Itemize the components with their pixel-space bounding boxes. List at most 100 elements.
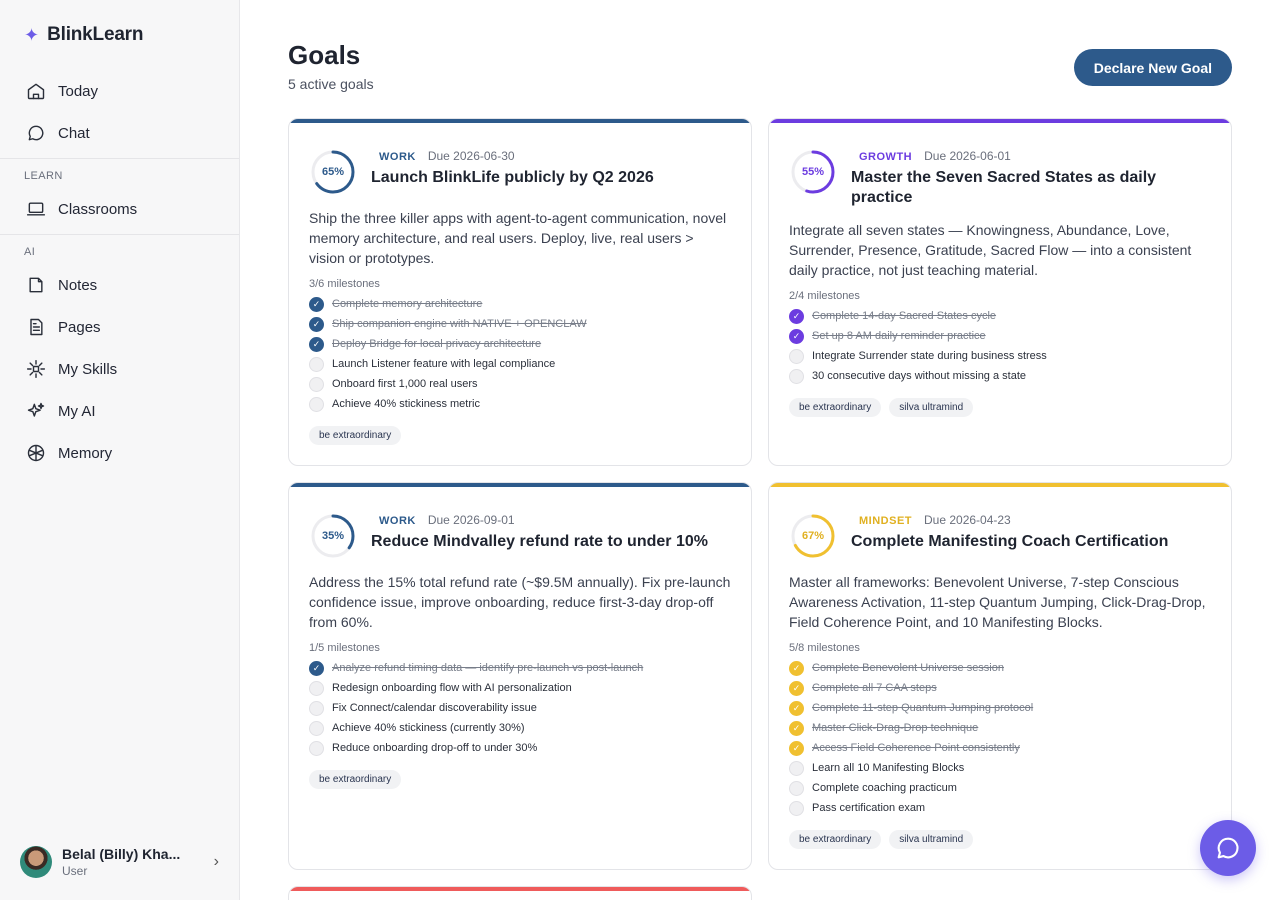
note-icon bbox=[29, 277, 43, 293]
milestone-label: Reduce onboarding drop-off to under 30% bbox=[332, 742, 538, 754]
goal-meta: WORK Due 2026-09-01 bbox=[371, 513, 708, 527]
tag-chip[interactable]: silva ultramind bbox=[889, 830, 974, 849]
goal-title[interactable]: Master the Seven Sacred States as daily … bbox=[851, 168, 1211, 208]
milestone-item[interactable]: ✓ Complete 14-day Sacred States cycle bbox=[789, 306, 1211, 326]
checkmark-icon[interactable]: ✓ bbox=[789, 680, 804, 696]
brand[interactable]: ✦ BlinkLearn bbox=[0, 0, 239, 70]
milestone-item[interactable]: ✓ Access Field Coherence Point consistent… bbox=[789, 738, 1211, 758]
chat-fab-button[interactable] bbox=[1200, 820, 1256, 876]
milestone-item[interactable]: Reduce onboarding drop-off to under 30% bbox=[309, 738, 731, 758]
tag-chip[interactable]: be extraordinary bbox=[789, 830, 882, 849]
nav-item-notes[interactable]: Notes bbox=[0, 264, 239, 306]
milestone-item[interactable]: ✓ Complete memory architecture bbox=[309, 294, 731, 314]
progress-ring: 65% bbox=[309, 148, 357, 196]
milestone-item[interactable]: 30 consecutive days without missing a st… bbox=[789, 366, 1211, 386]
category-label: GROWTH bbox=[859, 151, 913, 163]
checkmark-icon[interactable]: ✓ bbox=[789, 660, 804, 676]
goal-info: WORK Due 2026-06-30 Launch BlinkLife publi… bbox=[371, 145, 654, 196]
card-header: 35% WORK Due 2026-09-01 Reduce Mindvalley r… bbox=[289, 487, 751, 560]
app-name: BlinkLearn bbox=[47, 24, 144, 45]
goal-card[interactable]: 65% WORK Due 2026-06-30 Launch BlinkLife pu… bbox=[288, 118, 752, 466]
nav-item-pages[interactable]: Pages bbox=[0, 306, 239, 348]
empty-checkbox-icon[interactable] bbox=[309, 720, 324, 736]
nav-item-chat[interactable]: Chat bbox=[0, 112, 239, 154]
empty-checkbox-icon[interactable] bbox=[309, 376, 324, 392]
goal-title[interactable]: Complete Manifesting Coach Certification bbox=[851, 532, 1168, 552]
milestone-label: Access Field Coherence Point consistentl… bbox=[812, 742, 1020, 754]
empty-checkbox-icon[interactable] bbox=[789, 368, 804, 384]
goal-title[interactable]: Launch BlinkLife publicly by Q2 2026 bbox=[371, 168, 654, 188]
checkmark-icon[interactable]: ✓ bbox=[309, 296, 324, 312]
nav-item-memory[interactable]: Memory bbox=[0, 432, 239, 474]
checkmark-icon[interactable]: ✓ bbox=[789, 328, 804, 344]
progress-percent: 65% bbox=[321, 166, 345, 178]
tag-chip[interactable]: be extraordinary bbox=[309, 770, 402, 789]
empty-checkbox-icon[interactable] bbox=[309, 740, 324, 756]
checkmark-icon[interactable]: ✓ bbox=[789, 308, 804, 324]
goal-title[interactable]: Reduce Mindvalley refund rate to under 1… bbox=[371, 532, 708, 552]
nav-item-my-skills[interactable]: My Skills bbox=[0, 348, 239, 390]
milestone-item[interactable]: Achieve 40% stickiness (currently 30%) bbox=[309, 718, 731, 738]
card-header: 67% MINDSET Due 2026-04-23 Complete Manifes… bbox=[769, 487, 1231, 560]
tag-chip[interactable]: silva ultramind bbox=[889, 398, 974, 417]
sidebar: ✦ BlinkLearn Today Chat LEARN Classrooms… bbox=[0, 0, 240, 900]
empty-checkbox-icon[interactable] bbox=[789, 348, 804, 364]
tag-chip[interactable]: be extraordinary bbox=[789, 398, 882, 417]
checkmark-icon[interactable]: ✓ bbox=[309, 336, 324, 352]
milestone-item[interactable]: Redesign onboarding flow with AI persona… bbox=[309, 678, 731, 698]
empty-checkbox-icon[interactable] bbox=[309, 700, 324, 716]
checkmark-icon[interactable]: ✓ bbox=[789, 700, 804, 716]
tag-chip[interactable]: be extraordinary bbox=[309, 426, 402, 445]
milestone-list: ✓ Analyze refund timing data — identify p… bbox=[289, 654, 751, 758]
user-role: User bbox=[62, 864, 88, 878]
milestone-item[interactable]: Onboard first 1,000 real users bbox=[309, 374, 731, 394]
milestone-label: Integrate Surrender state during busines… bbox=[812, 350, 1047, 362]
declare-new-goal-button[interactable]: Declare New Goal bbox=[1073, 49, 1232, 86]
empty-checkbox-icon[interactable] bbox=[789, 800, 804, 816]
checkmark-icon[interactable]: ✓ bbox=[309, 316, 324, 332]
empty-checkbox-icon[interactable] bbox=[309, 396, 324, 412]
milestone-item[interactable]: ✓ Analyze refund timing data — identify p… bbox=[309, 658, 731, 678]
milestone-item[interactable]: ✓ Set up 8 AM daily reminder practice bbox=[789, 326, 1211, 346]
nav-item-my-ai[interactable]: My AI bbox=[0, 390, 239, 432]
milestone-count: 2/4 milestones bbox=[789, 290, 860, 302]
empty-checkbox-icon[interactable] bbox=[309, 356, 324, 372]
goal-info: WORK Due 2026-09-01 Reduce Mindvalley refu… bbox=[371, 509, 708, 560]
skills-burst-icon bbox=[26, 359, 46, 379]
milestone-item[interactable]: Learn all 10 Manifesting Blocks bbox=[789, 758, 1211, 778]
tag-list: be extraordinary bbox=[289, 758, 751, 789]
milestone-label: Learn all 10 Manifesting Blocks bbox=[812, 762, 965, 774]
milestone-item[interactable]: ✓ Complete all 7 CAA steps bbox=[789, 678, 1211, 698]
empty-checkbox-icon[interactable] bbox=[789, 780, 804, 796]
checkmark-icon[interactable]: ✓ bbox=[309, 660, 324, 676]
milestone-item[interactable]: Pass certification exam bbox=[789, 798, 1211, 818]
milestone-item[interactable]: ✓ Master Click-Drag-Drop technique bbox=[789, 718, 1211, 738]
checkmark-icon[interactable]: ✓ bbox=[789, 720, 804, 736]
milestone-item[interactable]: Complete coaching practicum bbox=[789, 778, 1211, 798]
tag-list: be extraordinary silva ultramind bbox=[769, 386, 1231, 417]
checkmark-icon[interactable]: ✓ bbox=[789, 740, 804, 756]
milestone-item[interactable]: ✓ Complete Benevolent Universe session bbox=[789, 658, 1211, 678]
nav-item-today[interactable]: Today bbox=[0, 70, 239, 112]
milestone-label: 30 consecutive days without missing a st… bbox=[812, 370, 1027, 382]
milestone-item[interactable]: Launch Listener feature with legal compl… bbox=[309, 354, 731, 374]
empty-checkbox-icon[interactable] bbox=[309, 680, 324, 696]
goal-card-partial[interactable] bbox=[288, 886, 752, 900]
milestone-item[interactable]: ✓ Complete 11-step Quantum Jumping protoc… bbox=[789, 698, 1211, 718]
milestone-item[interactable]: Integrate Surrender state during busines… bbox=[789, 346, 1211, 366]
milestone-item[interactable]: ✓ Deploy Bridge for local privacy archite… bbox=[309, 334, 731, 354]
milestone-item[interactable]: Fix Connect/calendar discoverability iss… bbox=[309, 698, 731, 718]
goal-card[interactable]: 35% WORK Due 2026-09-01 Reduce Mindvalley r… bbox=[288, 482, 752, 870]
user-profile[interactable]: Belal (Billy) Kha... User › bbox=[0, 824, 239, 900]
goal-card[interactable]: 67% MINDSET Due 2026-04-23 Complete Manifes… bbox=[768, 482, 1232, 870]
milestone-item[interactable]: ✓ Ship companion engine with NATIVE + OPE… bbox=[309, 314, 731, 334]
milestone-label: Set up 8 AM daily reminder practice bbox=[812, 330, 986, 342]
nav-label-notes: Notes bbox=[58, 276, 98, 294]
tag-list: be extraordinary silva ultramind bbox=[769, 818, 1231, 849]
milestone-item[interactable]: Achieve 40% stickiness metric bbox=[309, 394, 731, 414]
empty-checkbox-icon[interactable] bbox=[789, 760, 804, 776]
milestone-count: 3/6 milestones bbox=[309, 278, 380, 290]
nav-item-classrooms[interactable]: Classrooms bbox=[0, 188, 239, 230]
category-label: WORK bbox=[379, 151, 416, 163]
goal-card[interactable]: 55% GROWTH Due 2026-06-01 Master the Seven … bbox=[768, 118, 1232, 466]
